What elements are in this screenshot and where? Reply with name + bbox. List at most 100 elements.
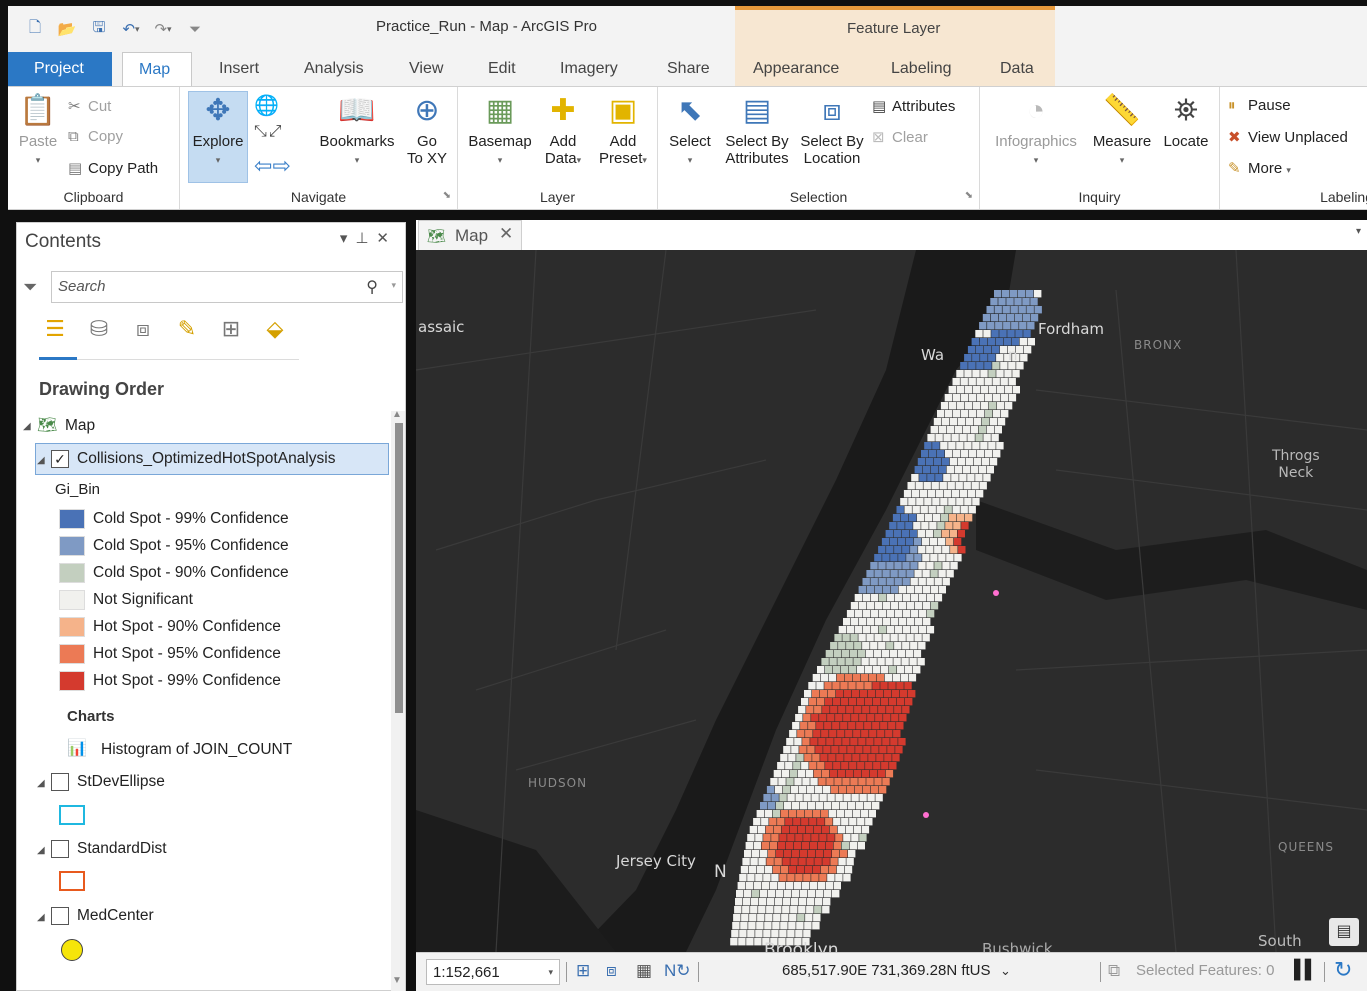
locate-button[interactable]: ⛯ Locate: [1158, 91, 1214, 150]
legend-swatch[interactable]: [59, 617, 85, 637]
save-icon[interactable]: 🖫: [86, 18, 112, 40]
legend-swatch[interactable]: [59, 644, 85, 664]
map-canvas[interactable]: assaic Fordham BRONX Wa n Throgs Neck HUD…: [416, 250, 1367, 952]
selection-launcher-icon[interactable]: ⬊: [965, 190, 973, 201]
tab-map[interactable]: Map: [122, 52, 192, 87]
tab-edit[interactable]: Edit: [488, 60, 516, 78]
standarddist-expand-icon[interactable]: ◢: [37, 845, 45, 856]
legend-swatch[interactable]: [59, 563, 85, 583]
map-node-label[interactable]: Map: [65, 417, 95, 435]
refresh-icon[interactable]: ↻: [1334, 957, 1352, 983]
attributes-button[interactable]: ▤ Attributes: [872, 97, 955, 115]
tab-share[interactable]: Share: [667, 60, 710, 78]
tab-project[interactable]: Project: [8, 52, 112, 86]
coordinate-format-dropdown-icon[interactable]: ⌄: [1000, 963, 1011, 979]
filter-icon[interactable]: ⏷: [23, 277, 37, 298]
paste-button[interactable]: 📋 Paste ▾: [14, 91, 62, 169]
grid-cell: [836, 810, 844, 818]
customize-toolbar-icon[interactable]: ⏷: [182, 18, 208, 40]
tab-insert[interactable]: Insert: [219, 60, 259, 78]
explore-button-content[interactable]: ✥ Explore ▾: [188, 91, 248, 169]
map-popup-icon[interactable]: ▤: [1329, 918, 1359, 946]
new-project-icon[interactable]: 🗋: [22, 18, 48, 40]
standarddist-visibility-checkbox[interactable]: [51, 840, 69, 858]
clear-selection-button[interactable]: ⊠ Clear: [872, 128, 928, 146]
add-layer-icon[interactable]: ⊞: [576, 961, 590, 981]
tab-data[interactable]: Data: [1000, 60, 1034, 78]
more-labeling-button[interactable]: ✎ More ▾: [1228, 159, 1291, 177]
select-by-location-button[interactable]: ⧈ Select By Location: [796, 91, 868, 167]
copy-button[interactable]: ⧉ Copy: [68, 128, 123, 145]
layer-name[interactable]: Collisions_OptimizedHotSpotAnalysis: [77, 450, 335, 468]
close-icon[interactable]: ✕: [376, 230, 397, 247]
medcenter-expand-icon[interactable]: ◢: [37, 912, 45, 923]
add-preset-button[interactable]: ▣ Add Preset▾: [592, 91, 654, 169]
standarddist-symbol[interactable]: [59, 871, 85, 891]
navigate-launcher-icon[interactable]: ⬊: [443, 190, 451, 201]
legend-swatch[interactable]: [59, 590, 85, 610]
cut-button[interactable]: ✂ Cut: [68, 97, 111, 115]
map-view-tab[interactable]: 🗺 Map ✕: [418, 220, 522, 250]
grid-snap-icon[interactable]: ⧈: [606, 961, 617, 981]
search-input[interactable]: [58, 278, 348, 295]
legend-swatch[interactable]: [59, 536, 85, 556]
stdevellipse-expand-icon[interactable]: ◢: [37, 778, 45, 789]
layer-visibility-checkbox[interactable]: ✓: [51, 450, 69, 468]
previous-extent-icon[interactable]: ⇦⇨: [254, 153, 291, 179]
legend-swatch[interactable]: [59, 509, 85, 529]
list-by-drawing-order-icon[interactable]: ☰: [41, 315, 69, 343]
full-extent-icon[interactable]: 🌐: [254, 93, 279, 118]
tab-appearance[interactable]: Appearance: [753, 60, 839, 78]
select-button[interactable]: ⬉ Select ▾: [664, 91, 716, 169]
tab-labeling[interactable]: Labeling: [891, 60, 952, 78]
scale-selector[interactable]: 1:152,661 ▾: [426, 959, 560, 985]
tab-menu-icon[interactable]: ▾: [1356, 226, 1361, 237]
pause-drawing-icon[interactable]: ▌▌: [1294, 959, 1317, 980]
search-dropdown-icon[interactable]: ▾: [391, 280, 396, 291]
add-data-button[interactable]: ✚ Add Data▾: [538, 91, 588, 169]
standarddist-layer-name[interactable]: StandardDist: [77, 840, 167, 858]
scale-dropdown-icon[interactable]: ▾: [548, 967, 553, 978]
list-by-selection-icon[interactable]: ⧈: [129, 315, 157, 343]
scroll-down-icon[interactable]: ▼: [392, 975, 402, 986]
list-by-data-source-icon[interactable]: ⛁: [85, 315, 113, 343]
list-by-labeling-icon[interactable]: ⬙: [261, 315, 289, 343]
measure-button[interactable]: 📏 Measure ▾: [1088, 91, 1156, 169]
bookmarks-button[interactable]: 📖 Bookmarks ▾: [314, 91, 400, 169]
list-by-editing-icon[interactable]: ✎: [173, 315, 201, 343]
list-by-snapping-icon[interactable]: ⊞: [217, 315, 245, 343]
view-unplaced-button[interactable]: ✖ View Unplaced: [1228, 128, 1348, 146]
pin-icon[interactable]: ⊥: [355, 230, 376, 247]
map-tab-close-icon[interactable]: ✕: [499, 224, 513, 244]
pause-labeling-button[interactable]: ⏸ Pause: [1228, 97, 1291, 114]
undo-icon[interactable]: ↶ ▾: [118, 18, 144, 40]
contents-scroll-thumb[interactable]: [395, 423, 403, 713]
scroll-up-icon[interactable]: ▲: [392, 409, 402, 420]
infographics-button[interactable]: ◔ Infographics ▾: [988, 91, 1084, 169]
layer-expand-icon[interactable]: ◢: [37, 455, 45, 466]
pane-menu-icon[interactable]: ▾: [340, 230, 356, 247]
search-icon[interactable]: ⚲: [366, 277, 378, 297]
selected-features-count[interactable]: Selected Features: 0: [1136, 962, 1274, 979]
legend-swatch[interactable]: [59, 671, 85, 691]
open-folder-icon[interactable]: 📂: [54, 18, 80, 40]
tab-analysis[interactable]: Analysis: [304, 60, 364, 78]
medcenter-layer-name[interactable]: MedCenter: [77, 907, 154, 925]
medcenter-visibility-checkbox[interactable]: [51, 907, 69, 925]
redo-icon[interactable]: ↷ ▾: [150, 18, 176, 40]
tab-imagery[interactable]: Imagery: [560, 60, 618, 78]
stdevellipse-symbol[interactable]: [59, 805, 85, 825]
medcenter-symbol[interactable]: [61, 939, 83, 961]
map-expand-icon[interactable]: ◢: [23, 421, 31, 432]
stdevellipse-visibility-checkbox[interactable]: [51, 773, 69, 791]
table-grid-icon[interactable]: ▦: [636, 961, 652, 981]
select-by-attributes-button[interactable]: ▤ Select By Attributes: [720, 91, 794, 167]
go-to-xy-button[interactable]: ⊕ Go To XY: [402, 91, 452, 167]
basemap-button[interactable]: ▦ Basemap ▾: [464, 91, 536, 169]
tab-view[interactable]: View: [409, 60, 443, 78]
north-arrow-icon[interactable]: N↻: [664, 961, 691, 981]
copy-path-button[interactable]: ▤ Copy Path: [68, 159, 158, 177]
stdevellipse-layer-name[interactable]: StDevEllipse: [77, 773, 165, 791]
histogram-chart-item[interactable]: Histogram of JOIN_COUNT: [101, 741, 292, 759]
fixed-zoom-icon[interactable]: ⤡⤢: [254, 123, 284, 141]
